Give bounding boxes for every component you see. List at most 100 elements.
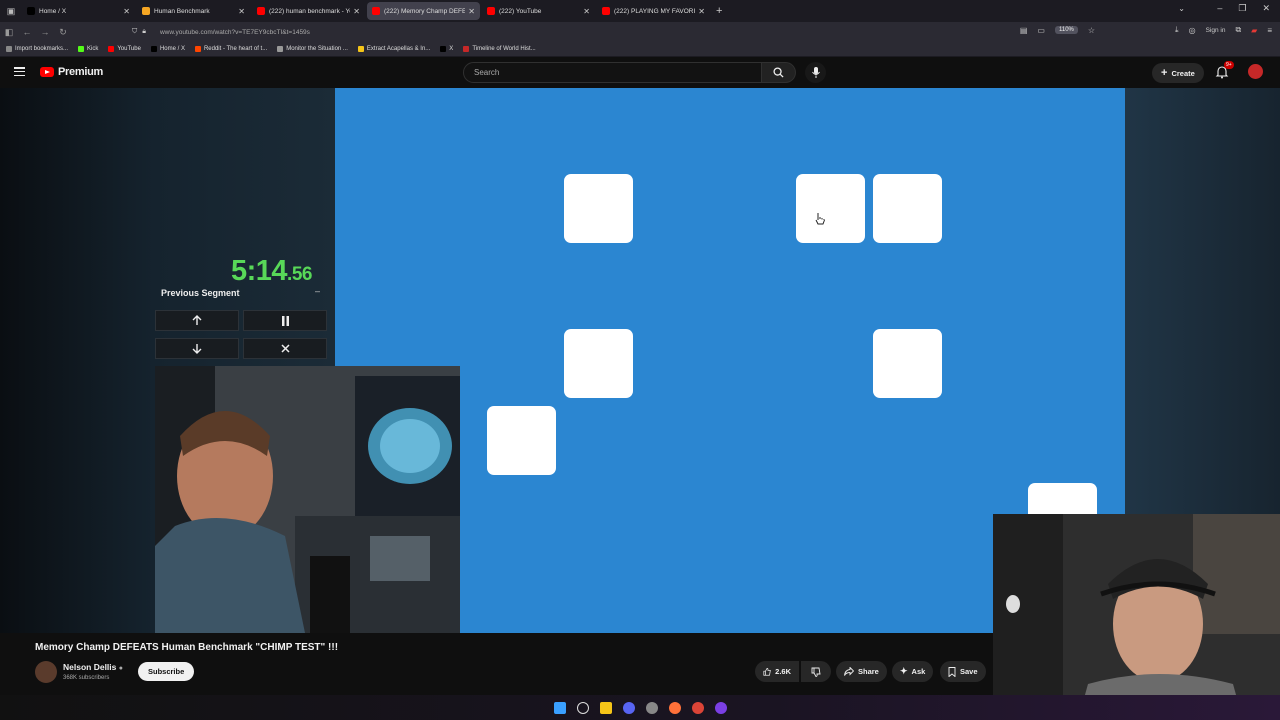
hand-cursor-icon — [815, 213, 825, 225]
notification-badge: 9+ — [1224, 61, 1234, 69]
tab-close-icon[interactable]: ✕ — [238, 7, 245, 16]
arrow-down-icon — [192, 344, 202, 354]
tab-close-icon[interactable]: ✕ — [123, 7, 130, 16]
voice-search-button[interactable] — [805, 62, 826, 83]
new-tab-button[interactable]: + — [716, 5, 722, 17]
browser-tab[interactable]: (222) human benchmark - YouT✕ — [252, 2, 365, 20]
close-window-icon[interactable]: ✕ — [1262, 3, 1270, 14]
url-field[interactable]: www.youtube.com/watch?v=TE7EY9cbcTI&t=14… — [160, 29, 310, 36]
video-title: Memory Champ DEFEATS Human Benchmark "CH… — [35, 642, 339, 653]
browser-tab[interactable]: (222) PLAYING MY FAVORI ✕ — [597, 2, 710, 20]
arrow-up-icon — [192, 315, 202, 325]
browser-tab[interactable]: (222) YouTube ✕ — [482, 2, 595, 20]
like-button[interactable]: 2.6K — [755, 661, 799, 682]
account-avatar[interactable] — [1248, 64, 1263, 79]
pip-icon[interactable]: ▭ — [1037, 26, 1045, 35]
bookmark-favicon-icon — [194, 46, 201, 52]
tab-title: (222) PLAYING MY FAVORI — [614, 7, 696, 15]
minimize-icon[interactable]: – — [1217, 3, 1222, 14]
ask-label: Ask — [911, 667, 926, 676]
memory-tile[interactable] — [796, 174, 865, 243]
bookmark-favicon-icon — [108, 46, 115, 52]
adblock-icon[interactable]: ▰ — [1251, 26, 1257, 35]
tab-list-chevron-icon[interactable]: ⌄ — [1178, 4, 1185, 13]
reader-view-icon[interactable]: ▤ — [1020, 26, 1028, 35]
subscriber-count: 368K subscribers — [63, 675, 110, 681]
sidebar-icon[interactable]: ◧ — [0, 27, 18, 38]
create-button[interactable]: + Create — [1152, 63, 1204, 83]
chrome-icon[interactable] — [691, 701, 704, 714]
shield-icon[interactable]: ⛉ — [132, 28, 137, 36]
pause-button[interactable] — [243, 310, 327, 331]
bookmark-star-icon[interactable]: ☆ — [1088, 26, 1095, 35]
memory-tile[interactable] — [564, 174, 633, 243]
streamer-webcam-inset — [993, 514, 1280, 720]
settings-icon[interactable] — [645, 701, 658, 714]
zoom-level[interactable]: 110% — [1054, 26, 1078, 34]
bookmark-item[interactable]: X — [440, 46, 453, 52]
bookmark-item[interactable]: Home / X — [150, 46, 185, 52]
reload-icon[interactable]: ↻ — [54, 27, 72, 38]
menu-icon[interactable]: ≡ — [1267, 26, 1272, 35]
memory-tile[interactable] — [873, 174, 942, 243]
browser-tab[interactable]: (222) Memory Champ DEFE ✕ — [367, 2, 480, 20]
search-input[interactable]: Search — [463, 62, 762, 83]
bookmark-item[interactable]: Import bookmarks... — [6, 46, 68, 52]
memory-tile[interactable] — [487, 406, 556, 475]
youtube-logo[interactable]: Premium — [40, 66, 103, 78]
extensions-icon[interactable]: ⧉ — [1235, 25, 1241, 35]
tab-close-icon[interactable]: ✕ — [583, 7, 590, 16]
channel-avatar[interactable] — [35, 661, 57, 683]
lock-icon[interactable]: 🔒︎ — [142, 28, 146, 36]
video-webcam-inset — [155, 366, 460, 633]
obs-icon[interactable] — [714, 701, 727, 714]
back-icon[interactable]: ← — [18, 27, 36, 37]
restore-icon[interactable]: ❐ — [1238, 3, 1246, 14]
bookmark-item[interactable]: Extract Acapellas & In... — [357, 46, 430, 52]
logo-text: Premium — [58, 66, 103, 78]
dislike-button[interactable] — [801, 661, 831, 682]
tab-close-icon[interactable]: ✕ — [468, 7, 475, 16]
tab-favicon-icon — [372, 7, 380, 15]
firefox-icon[interactable] — [668, 701, 681, 714]
browser-tab[interactable]: Home / X ✕ — [22, 2, 135, 20]
bookmark-item[interactable]: Reddit - The heart of t... — [194, 46, 268, 52]
reset-button[interactable] — [243, 338, 327, 359]
streamer-image — [993, 514, 1280, 720]
search-button[interactable] — [762, 62, 796, 83]
create-label: Create — [1171, 68, 1195, 78]
sidebar-toggle-icon[interactable]: ▣ — [0, 0, 22, 22]
os-taskbar — [0, 695, 1280, 720]
bookmark-item[interactable]: Monitor the Situation ... — [277, 46, 348, 52]
save-button[interactable]: Save — [940, 661, 986, 682]
forward-icon[interactable]: → — [36, 27, 54, 37]
subscribe-button[interactable]: Subscribe — [138, 662, 195, 681]
split-down-button[interactable] — [155, 338, 239, 359]
windows-start-icon[interactable] — [553, 701, 566, 714]
ask-button[interactable]: ✦ Ask — [892, 661, 934, 682]
tab-favicon-icon — [142, 7, 150, 15]
bookmark-label: Reddit - The heart of t... — [203, 46, 268, 52]
account-icon[interactable]: ◎ — [1189, 26, 1196, 35]
memory-tile[interactable] — [564, 329, 633, 398]
memory-tile[interactable] — [873, 329, 942, 398]
split-up-button[interactable] — [155, 310, 239, 331]
discord-icon[interactable] — [622, 701, 635, 714]
tab-title: (222) YouTube — [499, 7, 542, 15]
search-taskbar-icon[interactable] — [576, 701, 589, 714]
browser-tab[interactable]: Human Benchmark ✕ — [137, 2, 250, 20]
tab-favicon-icon — [27, 7, 35, 15]
bookmark-label: YouTube — [117, 46, 141, 52]
downloads-icon[interactable]: ⤓ — [1175, 25, 1179, 35]
bookmark-item[interactable]: Timeline of World Hist... — [463, 46, 536, 52]
file-explorer-icon[interactable] — [599, 701, 612, 714]
bookmark-item[interactable]: YouTube — [108, 46, 141, 52]
sign-in-link[interactable]: Sign in — [1206, 27, 1226, 34]
share-button[interactable]: Share — [836, 661, 887, 682]
bookmark-item[interactable]: Kick — [78, 46, 98, 52]
tab-close-icon[interactable]: ✕ — [353, 7, 360, 16]
channel-name-text: Nelson Dellis — [63, 662, 117, 672]
tab-close-icon[interactable]: ✕ — [698, 7, 705, 16]
channel-name[interactable]: Nelson Dellis ● — [63, 662, 123, 672]
hamburger-menu-icon[interactable] — [14, 67, 25, 76]
